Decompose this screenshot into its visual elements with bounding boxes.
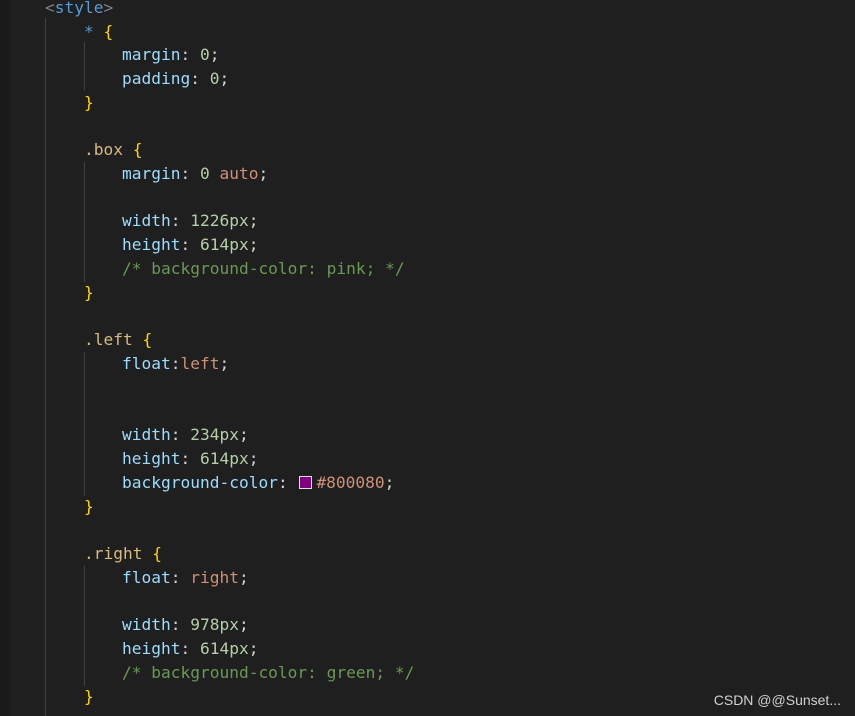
property-value: right <box>190 568 239 587</box>
code-line-width: width: 234px; <box>122 425 249 444</box>
code-line-left-selector: .left { <box>84 328 152 352</box>
indent-guide-universal <box>84 42 85 90</box>
close-brace: } <box>84 687 94 706</box>
property-value: 614px <box>199 235 249 254</box>
code-line-background-color: background-color: #800080; <box>122 473 395 492</box>
property-name: width <box>122 425 171 444</box>
open-brace: { <box>152 544 162 563</box>
property-name: width <box>122 211 171 230</box>
code-line-style-open: <style> <box>45 0 113 20</box>
property-value: 0 <box>199 45 210 64</box>
open-brace: { <box>142 330 153 349</box>
property-value: left <box>180 354 220 373</box>
code-line-height: height: 614px; <box>122 449 259 468</box>
property-value: 234px <box>190 425 239 444</box>
close-brace: } <box>84 497 94 516</box>
open-brace: { <box>132 140 143 159</box>
code-line-close-brace: } <box>84 495 94 519</box>
code-line-float: float:left; <box>122 354 230 373</box>
property-value: 614px <box>199 449 249 468</box>
code-line-margin: margin: 0; <box>122 45 220 64</box>
open-brace: { <box>103 22 114 41</box>
code-line-height: height: 614px; <box>122 235 259 254</box>
property-name: height <box>122 639 181 658</box>
property-name: margin <box>122 45 181 64</box>
watermark: CSDN @@Sunset... <box>713 692 841 708</box>
code-line-right-selector: .right { <box>84 542 162 566</box>
property-name: width <box>122 615 171 634</box>
code-comment: /* background-color: green; */ <box>122 663 415 682</box>
class-selector: .box <box>84 140 123 159</box>
code-line-height: height: 614px; <box>122 639 259 658</box>
editor-gutter <box>0 0 10 716</box>
property-value: 1226px <box>190 211 249 230</box>
property-value-number: 0 <box>199 164 210 183</box>
property-value: #800080 <box>316 473 385 492</box>
property-name: float <box>122 568 171 587</box>
close-brace: } <box>84 283 94 302</box>
tag-bracket-close: > <box>103 0 114 17</box>
code-line-comment: /* background-color: green; */ <box>122 661 414 685</box>
property-name: padding <box>122 69 191 88</box>
code-line-padding: padding: 0; <box>122 69 230 88</box>
code-line-box-selector: .box { <box>84 138 142 162</box>
close-brace: } <box>84 93 94 112</box>
indent-guide-right <box>84 566 85 686</box>
code-line-close-brace: } <box>84 685 94 709</box>
property-name: margin <box>122 164 181 183</box>
code-line-comment: /* background-color: pink; */ <box>122 257 405 281</box>
property-value: 978px <box>190 615 239 634</box>
tag-bracket-open: < <box>45 0 55 17</box>
code-line-width: width: 978px; <box>122 615 249 634</box>
code-line-universal-selector: * { <box>84 20 113 44</box>
code-line-float: float: right; <box>122 568 249 587</box>
code-line-close-brace: } <box>84 281 94 305</box>
code-line-close-brace: } <box>84 91 94 115</box>
property-name: float <box>122 354 171 373</box>
code-editor[interactable]: <style> * { margin: 0; padding: 0; } .bo… <box>0 0 855 716</box>
class-selector: .right <box>84 544 143 563</box>
property-name: height <box>122 449 181 468</box>
indent-guide-left <box>84 352 85 496</box>
property-value: 614px <box>199 639 249 658</box>
indent-guide-level-1 <box>45 18 46 716</box>
property-name: background-color <box>122 473 278 492</box>
indent-guide-box <box>84 162 85 282</box>
property-value-keyword: auto <box>219 164 259 183</box>
code-line-margin: margin: 0 auto; <box>122 164 269 183</box>
code-line-width: width: 1226px; <box>122 211 259 230</box>
property-name: height <box>122 235 181 254</box>
universal-selector: * <box>84 22 94 41</box>
color-swatch-icon[interactable] <box>299 476 313 489</box>
code-comment: /* background-color: pink; */ <box>122 259 405 278</box>
style-tag-name: style <box>54 0 104 17</box>
class-selector: .left <box>84 330 133 349</box>
